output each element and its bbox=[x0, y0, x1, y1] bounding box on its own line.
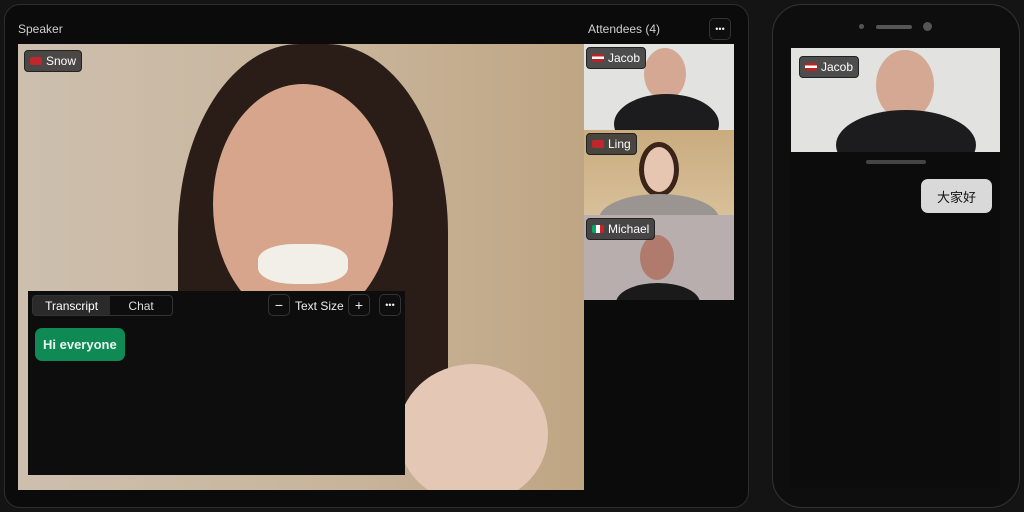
speaker-label: Speaker bbox=[18, 22, 63, 36]
attendees-label: Attendees (4) bbox=[588, 22, 661, 36]
drag-handle[interactable] bbox=[866, 160, 926, 164]
phone-attendee-name: Jacob bbox=[821, 60, 854, 74]
us-flag-icon bbox=[805, 63, 817, 71]
us-flag-icon bbox=[592, 54, 604, 62]
transcript-more-button[interactable]: ••• bbox=[379, 294, 401, 316]
mexico-flag-icon bbox=[592, 225, 604, 233]
speaker-name-tag: Snow bbox=[24, 50, 83, 72]
tab-chat[interactable]: Chat bbox=[110, 296, 172, 315]
china-flag-icon bbox=[592, 140, 604, 148]
attendee-name: Jacob bbox=[608, 51, 641, 65]
text-size-label: Text Size bbox=[295, 299, 344, 313]
attendee-tile-jacob: Jacob bbox=[584, 44, 734, 130]
transcript-tabs: Transcript Chat bbox=[32, 295, 173, 316]
speaker-name: Snow bbox=[46, 54, 77, 68]
text-size-increase-button[interactable]: + bbox=[348, 294, 370, 316]
phone-camera bbox=[923, 22, 932, 31]
attendee-name: Ling bbox=[608, 137, 631, 151]
attendee-tile-ling: Ling bbox=[584, 130, 734, 215]
text-size-decrease-button[interactable]: − bbox=[268, 294, 290, 316]
transcript-panel: Transcript Chat − Text Size + ••• Hi eve… bbox=[28, 291, 405, 475]
attendee-tile-michael: Michael bbox=[584, 215, 734, 300]
transcript-message: Hi everyone bbox=[35, 328, 125, 361]
attendee-name: Michael bbox=[608, 222, 650, 236]
phone-speaker bbox=[876, 25, 912, 29]
phone-message: 大家好 bbox=[921, 179, 992, 213]
phone-video-jacob: Jacob bbox=[791, 48, 1000, 152]
china-flag-icon bbox=[30, 57, 42, 65]
attendees-more-button[interactable]: ••• bbox=[709, 18, 731, 40]
phone-sensor bbox=[859, 24, 864, 29]
tab-transcript[interactable]: Transcript bbox=[33, 296, 111, 315]
